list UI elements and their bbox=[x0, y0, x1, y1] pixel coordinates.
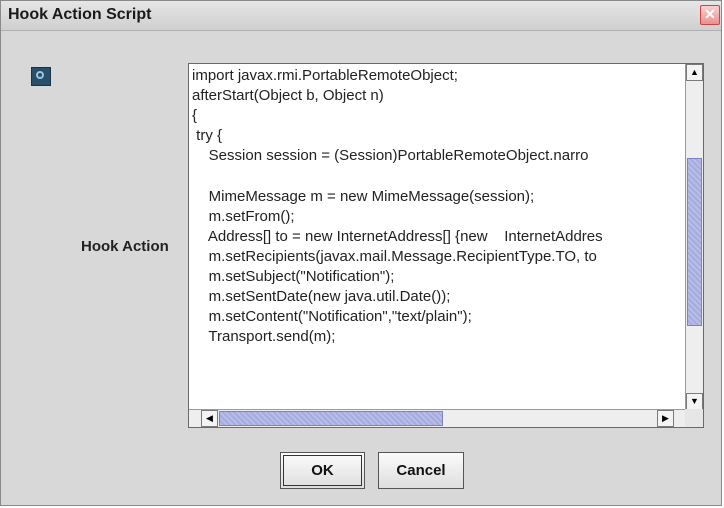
hook-action-label: Hook Action bbox=[81, 238, 169, 255]
scroll-up-icon[interactable]: ▲ bbox=[686, 64, 703, 81]
code-line: afterStart(Object b, Object n) bbox=[192, 87, 384, 105]
script-text-area[interactable]: import javax.rmi.PortableRemoteObject; af… bbox=[192, 66, 684, 406]
code-line: Session session = (Session)PortableRemot… bbox=[192, 147, 589, 165]
close-icon: ✕ bbox=[704, 6, 716, 22]
code-line: m.setSubject("Notification"); bbox=[192, 267, 395, 285]
code-line: m.setRecipients(javax.mail.Message.Recip… bbox=[192, 247, 597, 265]
ok-button[interactable]: OK bbox=[280, 452, 365, 489]
scrollbar-corner bbox=[685, 409, 703, 427]
vertical-scrollbar[interactable]: ▲ ▼ bbox=[685, 64, 703, 410]
vertical-scroll-thumb[interactable] bbox=[687, 158, 702, 326]
window-title: Hook Action Script bbox=[8, 6, 152, 23]
code-line: try { bbox=[192, 127, 223, 145]
code-line: MimeMessage m = new MimeMessage(session)… bbox=[192, 187, 535, 205]
scroll-down-icon[interactable]: ▼ bbox=[686, 393, 703, 410]
horizontal-scroll-thumb[interactable] bbox=[219, 411, 443, 426]
script-editor[interactable]: import javax.rmi.PortableRemoteObject; af… bbox=[188, 63, 704, 428]
horizontal-scrollbar[interactable]: ◀ ▶ bbox=[189, 409, 686, 427]
cancel-button[interactable]: Cancel bbox=[378, 452, 464, 489]
close-button[interactable]: ✕ bbox=[700, 5, 720, 25]
code-line: m.setContent("Notification","text/plain"… bbox=[192, 308, 472, 326]
title-bar[interactable]: Hook Action Script ✕ bbox=[1, 1, 721, 31]
code-line: { bbox=[192, 107, 198, 125]
code-line: Transport.send(m); bbox=[192, 328, 336, 346]
code-line: m.setFrom(); bbox=[192, 207, 295, 225]
hook-action-dialog: Hook Action Script ✕ Hook Action import … bbox=[0, 0, 722, 506]
scroll-right-icon[interactable]: ▶ bbox=[657, 410, 674, 427]
hook-script-icon bbox=[31, 67, 51, 86]
code-line: Address[] to = new InternetAddress[] {ne… bbox=[192, 227, 603, 245]
code-line: m.setSentDate(new java.util.Date()); bbox=[192, 288, 451, 306]
scroll-left-icon[interactable]: ◀ bbox=[201, 410, 218, 427]
code-line: import javax.rmi.PortableRemoteObject; bbox=[192, 67, 458, 84]
